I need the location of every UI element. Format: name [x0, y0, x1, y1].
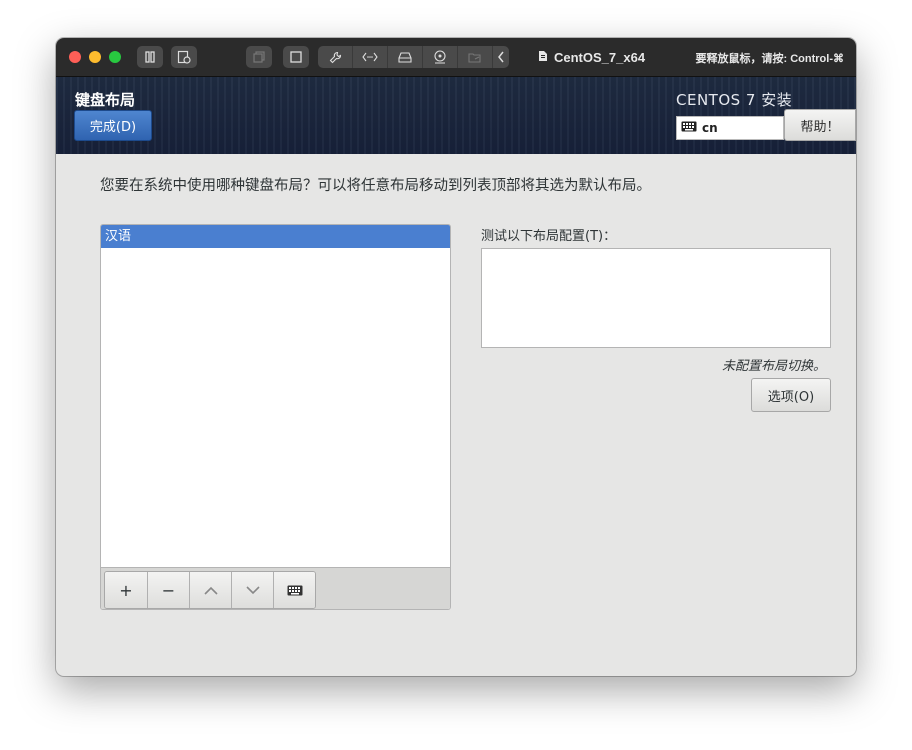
move-down-button[interactable] — [231, 572, 273, 608]
spoke-header: 键盘布局 完成(D) CENTOS 7 安装 cn 帮助！ — [56, 77, 856, 154]
layout-switch-note: 未配置布局切换。 — [721, 359, 826, 374]
options-button[interactable]: 选项(O) — [751, 378, 831, 412]
vm-toolbar: CentOS_7_x64 要释放鼠标，请按: Control-⌘ — [56, 38, 856, 77]
move-up-button[interactable] — [189, 572, 231, 608]
remove-layout-button[interactable]: − — [147, 572, 189, 608]
document-icon — [538, 50, 548, 65]
preview-layout-button[interactable] — [273, 572, 315, 608]
wrench-icon[interactable] — [318, 46, 352, 68]
keyboard-layout-indicator[interactable]: cn — [676, 116, 784, 140]
network-icon[interactable] — [352, 46, 387, 68]
fullscreen-icon[interactable] — [283, 46, 309, 68]
zoom-window-button[interactable] — [109, 51, 121, 63]
chevron-left-icon[interactable] — [492, 46, 509, 68]
chevron-down-icon — [245, 585, 260, 594]
vm-window: CentOS_7_x64 要释放鼠标，请按: Control-⌘ 键盘布局 完成… — [56, 38, 856, 676]
help-button[interactable]: 帮助！ — [784, 109, 856, 141]
chevron-up-icon — [203, 586, 218, 595]
snapshot-icon[interactable] — [171, 46, 197, 68]
layout-toolbar-buttons: + − — [104, 571, 316, 609]
device-toolbar — [318, 46, 509, 68]
keyboard-layout-code: cn — [702, 121, 718, 135]
pause-icon[interactable] — [137, 46, 163, 68]
test-layout-label: 测试以下布局配置(T)： — [481, 229, 617, 244]
test-layout-input[interactable] — [481, 248, 831, 348]
camera-icon[interactable] — [422, 46, 457, 68]
product-title: CENTOS 7 安装 — [676, 91, 793, 109]
list-item[interactable]: 汉语 — [101, 225, 450, 248]
keyboard-icon — [287, 585, 302, 595]
add-layout-button[interactable]: + — [105, 572, 147, 608]
keyboard-layout-list[interactable]: 汉语 + − — [100, 224, 451, 610]
minimize-window-button[interactable] — [89, 51, 101, 63]
done-button[interactable]: 完成(D) — [74, 110, 152, 141]
layout-list-toolbar: + − — [101, 567, 450, 609]
close-window-button[interactable] — [69, 51, 81, 63]
vm-name: CentOS_7_x64 — [554, 49, 646, 65]
release-mouse-hint: 要释放鼠标，请按: Control-⌘ — [695, 53, 844, 65]
page-title: 键盘布局 — [75, 91, 136, 109]
vm-title: CentOS_7_x64 — [538, 48, 645, 66]
disk-icon[interactable] — [387, 46, 422, 68]
copy-icon[interactable] — [246, 46, 272, 68]
keyboard-icon — [681, 121, 697, 135]
shared-folder-icon[interactable] — [457, 46, 492, 68]
layout-question: 您要在系统中使用哪种键盘布局？可以将任意布局移动到列表顶部将其选为默认布局。 — [100, 178, 651, 194]
